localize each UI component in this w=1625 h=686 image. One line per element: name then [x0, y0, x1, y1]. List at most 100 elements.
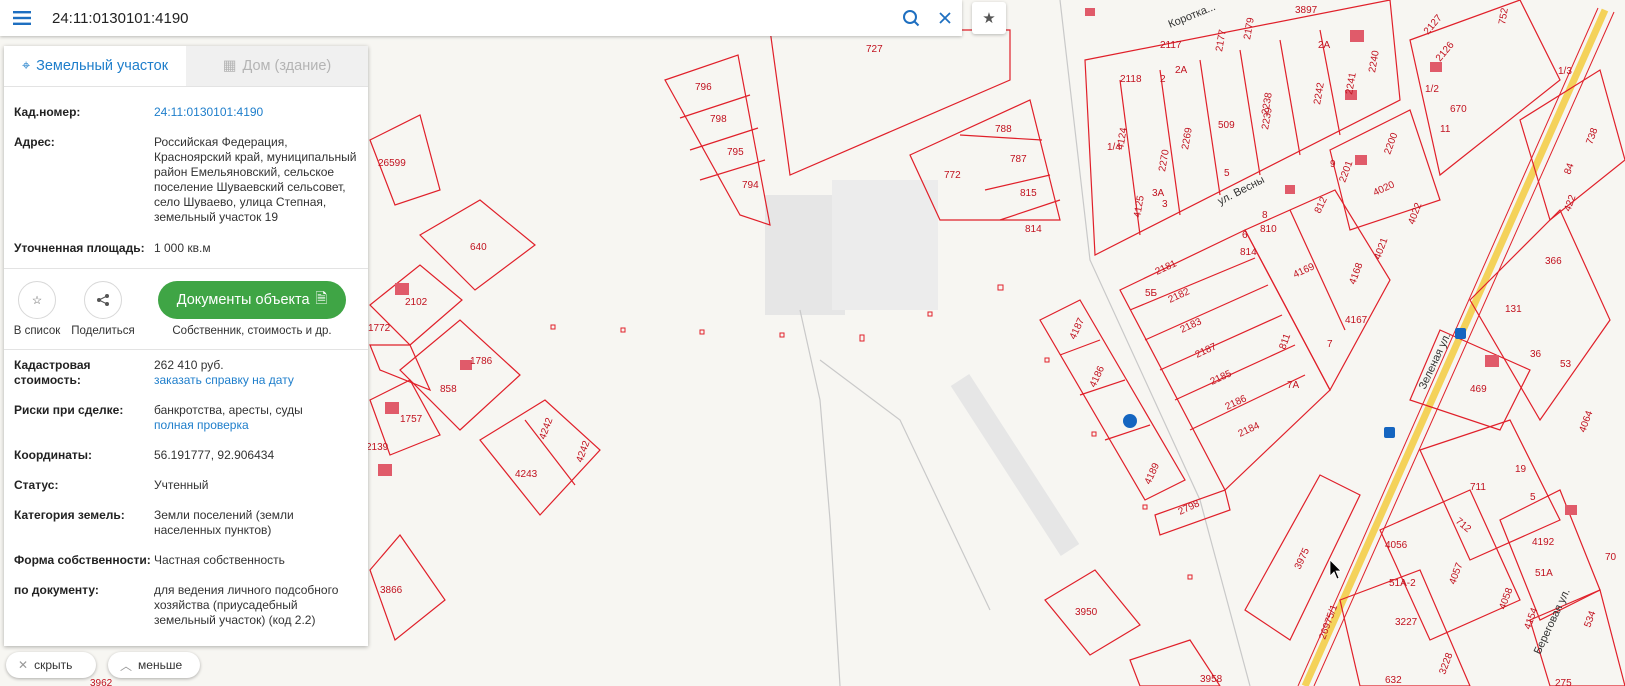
star-icon: ★ — [982, 10, 996, 27]
location-pin-icon: ⌖ — [21, 58, 31, 74]
svg-text:2240: 2240 — [1367, 49, 1382, 73]
svg-text:2242: 2242 — [1312, 81, 1327, 105]
selected-plot-marker[interactable] — [1123, 414, 1137, 428]
hamburger-icon — [13, 11, 31, 25]
bus-stop-icon[interactable] — [1384, 427, 1395, 438]
svg-text:3962: 3962 — [90, 678, 113, 686]
svg-text:727: 727 — [866, 44, 883, 55]
status-row: Статус: Учтенный — [4, 478, 368, 493]
collapse-panel-button[interactable]: ︿ меньше — [108, 652, 200, 678]
svg-text:4057: 4057 — [1447, 561, 1465, 586]
svg-text:11: 11 — [1440, 124, 1451, 135]
risk-value: банкротства, аресты, суды — [154, 403, 303, 417]
svg-text:1786: 1786 — [470, 356, 493, 367]
svg-text:3975: 3975 — [1293, 546, 1313, 571]
svg-text:2126: 2126 — [1434, 39, 1457, 63]
svg-text:632: 632 — [1385, 675, 1402, 686]
svg-text:2118: 2118 — [1120, 74, 1142, 85]
svg-text:798: 798 — [710, 114, 727, 125]
category-row: Категория земель: Земли поселений (земли… — [4, 508, 368, 538]
address-value: Российская Федерация, Красноярский край,… — [154, 135, 357, 224]
svg-text:2А: 2А — [1175, 65, 1188, 76]
kad-number-label: Кад.номер: — [14, 105, 81, 119]
documents-button[interactable]: Документы объекта 🗎 — [158, 281, 346, 319]
search-button[interactable] — [894, 0, 928, 36]
object-tabs: ⌖ Земельный участок ▦ Дом (здание) — [4, 46, 368, 87]
svg-text:2181: 2181 — [1154, 258, 1179, 278]
search-input[interactable] — [44, 3, 894, 33]
area-label: Уточненная площадь: — [14, 241, 145, 255]
kad-number-link[interactable]: 24:11:0130101:4190 — [154, 105, 358, 120]
status-value: Учтенный — [154, 478, 209, 492]
close-icon — [939, 12, 951, 24]
svg-text:858: 858 — [440, 384, 457, 395]
svg-text:2185: 2185 — [1209, 368, 1234, 388]
share-button[interactable]: Поделиться — [70, 281, 136, 337]
svg-text:4020: 4020 — [1372, 179, 1397, 199]
star-outline-icon: ☆ — [31, 295, 43, 307]
svg-text:4187: 4187 — [1068, 316, 1088, 341]
street-labels: Коротка... ул. Весны Зеленая ул. Берегов… — [1167, 1, 1573, 656]
bus-stop-icon[interactable] — [1455, 328, 1466, 339]
menu-button[interactable] — [0, 0, 44, 36]
svg-text:3897: 3897 — [1295, 5, 1318, 16]
house-icons — [378, 8, 1577, 515]
object-info-panel: ⌖ Земельный участок ▦ Дом (здание) Кад.н… — [4, 46, 368, 646]
document-value: для ведения личного подсобного хозяйства… — [154, 583, 339, 627]
svg-text:4192: 4192 — [1532, 537, 1555, 548]
svg-text:670: 670 — [1450, 104, 1467, 115]
favorites-button[interactable]: ★ — [972, 2, 1006, 34]
hide-panel-button[interactable]: ✕ скрыть — [6, 652, 96, 678]
clear-search-button[interactable] — [928, 0, 962, 36]
svg-text:3228: 3228 — [1437, 651, 1455, 676]
svg-text:772: 772 — [944, 170, 961, 181]
svg-text:2А: 2А — [1318, 40, 1331, 51]
svg-text:7: 7 — [1327, 339, 1333, 350]
area-value: 1 000 кв.м — [154, 241, 211, 255]
add-to-list-button[interactable]: ☆ В список — [4, 281, 70, 337]
svg-text:2102: 2102 — [405, 297, 428, 308]
svg-text:7А: 7А — [1287, 380, 1300, 391]
document-label: по документу: — [14, 583, 99, 597]
full-check-link[interactable]: полная проверка — [154, 418, 358, 433]
svg-text:2: 2 — [1160, 74, 1166, 85]
svg-text:2186: 2186 — [1224, 393, 1249, 413]
svg-text:1772: 1772 — [368, 323, 391, 334]
svg-text:422: 422 — [1562, 193, 1578, 213]
cost-label: Кадастровая стоимость: — [14, 358, 91, 387]
area-row: Уточненная площадь: 1 000 кв.м — [4, 241, 368, 256]
svg-text:2201: 2201 — [1337, 159, 1355, 184]
svg-text:2182: 2182 — [1167, 286, 1192, 306]
small-markers — [550, 284, 1193, 580]
svg-text:509: 509 — [1218, 120, 1235, 131]
svg-text:1/2: 1/2 — [1425, 84, 1439, 95]
order-certificate-link[interactable]: заказать справку на дату — [154, 373, 358, 388]
status-label: Статус: — [14, 478, 59, 492]
tab-land-plot[interactable]: ⌖ Земельный участок — [4, 46, 186, 86]
svg-text:3А: 3А — [1152, 188, 1165, 199]
search-bar — [0, 0, 962, 36]
category-value: Земли поселений (земли населенных пункто… — [154, 508, 294, 537]
svg-text:2269: 2269 — [1180, 126, 1195, 150]
svg-text:Береговая ул.: Береговая ул. — [1532, 587, 1573, 656]
svg-text:3866: 3866 — [380, 585, 403, 596]
cost-row: Кадастровая стоимость: 262 410 руб. заказ… — [4, 358, 368, 388]
tab-label: Дом (здание) — [242, 58, 332, 74]
svg-text:2184: 2184 — [1237, 420, 1262, 440]
tab-building[interactable]: ▦ Дом (здание) — [186, 46, 368, 86]
hide-label: скрыть — [34, 658, 73, 672]
svg-text:19: 19 — [1515, 464, 1527, 475]
documents-subtitle: Собственник, стоимость и др. — [172, 325, 332, 337]
svg-text:3950: 3950 — [1075, 607, 1098, 618]
svg-text:738: 738 — [1584, 126, 1600, 146]
map-road — [950, 374, 1080, 556]
svg-text:366: 366 — [1545, 256, 1562, 267]
svg-text:4056: 4056 — [1385, 540, 1408, 551]
svg-text:795: 795 — [727, 147, 744, 158]
svg-text:4022: 4022 — [1406, 201, 1424, 226]
document-icon: 🗎 — [315, 290, 328, 307]
svg-text:53: 53 — [1560, 359, 1572, 370]
map-road — [1059, 0, 1251, 686]
svg-text:3958: 3958 — [1200, 674, 1223, 685]
documents-block: Документы объекта 🗎 Собственник, стоимос… — [158, 281, 346, 337]
